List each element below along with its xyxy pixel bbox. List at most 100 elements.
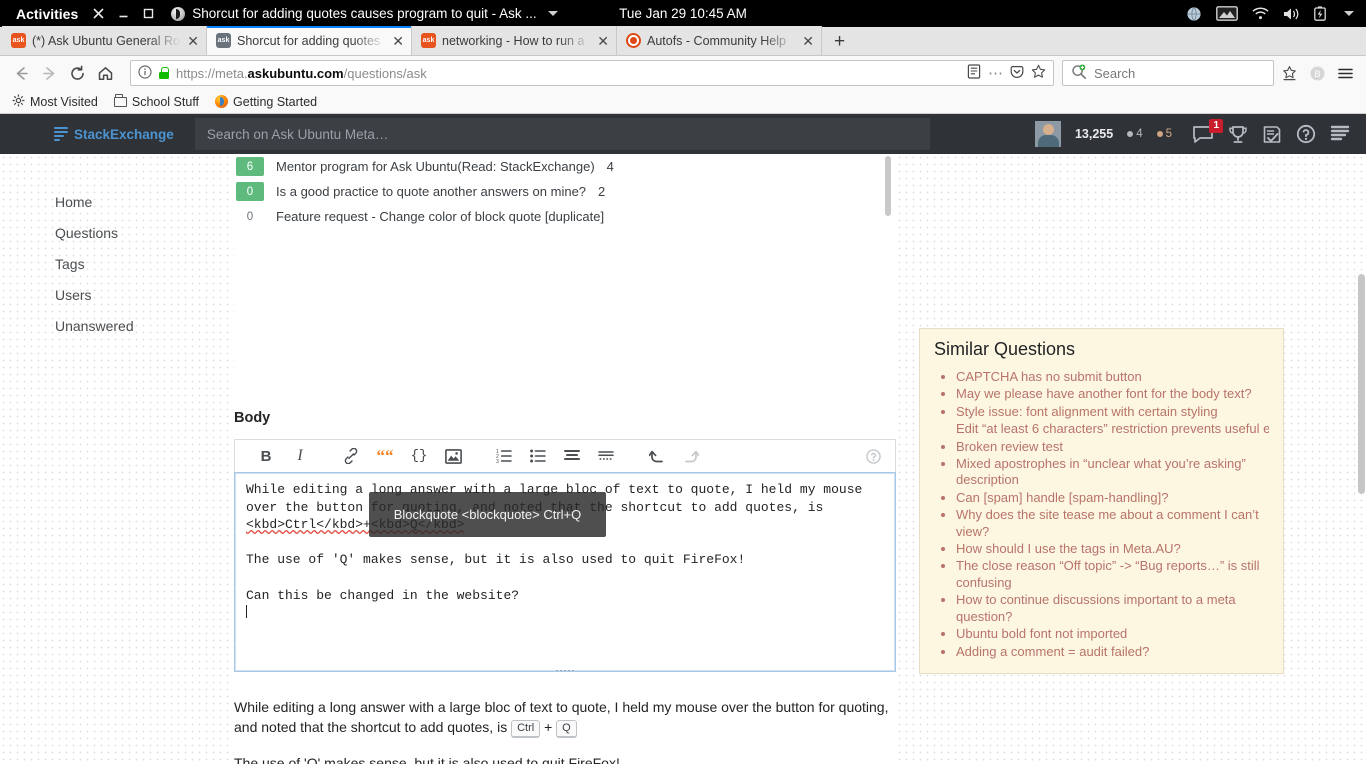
similar-question-item[interactable]: Can [spam] handle [spam-handling]? [956,490,1269,506]
similar-question-link[interactable]: Mixed apostrophes in “unclear what you’r… [956,456,1246,487]
related-questions-scrollbar[interactable] [885,156,891,216]
trophy-icon[interactable] [1228,125,1248,144]
chevron-down-icon[interactable] [547,11,558,16]
similar-question-item[interactable]: How to continue discussions important to… [956,592,1269,625]
back-arrow-icon[interactable] [8,60,34,86]
site-switcher-icon[interactable] [1330,125,1350,143]
reputation-score[interactable]: 13,255 [1075,127,1113,141]
similar-question-link[interactable]: How should I use the tags in Meta.AU? [956,541,1181,556]
padlock-secure-icon[interactable] [159,67,169,79]
bookmark-school-stuff[interactable]: School Stuff [113,94,199,109]
pocket-icon[interactable] [1010,65,1024,82]
window-close-button[interactable] [86,8,111,19]
page-scrollbar-thumb[interactable] [1358,274,1365,494]
code-button[interactable]: {} [402,443,436,469]
screen-icon[interactable] [1216,6,1238,21]
window-maximize-button[interactable] [136,8,161,19]
browser-tab-3[interactable]: Autofs - Community Help ✕ [617,26,822,55]
bronze-badge-count[interactable]: 5 [1156,128,1172,140]
close-icon[interactable]: ✕ [802,34,814,48]
new-tab-button[interactable]: + [822,32,857,51]
reader-view-icon[interactable] [967,64,981,82]
related-question-title[interactable]: Mentor program for Ask Ubuntu(Read: Stac… [276,159,595,174]
browser-tab-2[interactable]: networking - How to run a ✕ [412,26,617,55]
bulleted-list-button[interactable] [521,443,555,469]
search-input[interactable]: Search [1094,66,1135,81]
close-icon[interactable]: ✕ [597,34,609,48]
redo-button[interactable] [674,443,708,469]
globe-icon[interactable] [1186,6,1202,22]
firefox-account-icon[interactable]: B [1304,60,1330,86]
window-minimize-button[interactable] [111,8,136,19]
review-queue-icon[interactable] [1262,125,1282,144]
similar-question-item[interactable]: Edit “at least 6 characters” restriction… [956,421,1269,437]
numbered-list-button[interactable]: 123 [487,443,521,469]
related-question-row[interactable]: 0 Is a good practice to quote another an… [234,179,894,204]
similar-question-link[interactable]: May we please have another font for the … [956,386,1252,401]
related-question-title[interactable]: Feature request - Change color of block … [276,209,604,224]
similar-question-link[interactable]: Adding a comment = audit failed? [956,644,1149,659]
page-actions-icon[interactable]: ⋯ [988,66,1003,81]
similar-question-link[interactable]: Style issue: font alignment with certain… [956,404,1218,419]
sidebar-item-tags[interactable]: Tags [55,250,205,281]
horizontal-rule-button[interactable] [589,443,623,469]
reload-icon[interactable] [64,60,90,86]
italic-button[interactable]: I [283,443,317,469]
sidebar-item-questions[interactable]: Questions [55,219,205,250]
home-icon[interactable] [92,60,118,86]
url-bar[interactable]: https://meta.askubuntu.com/questions/ask… [130,60,1054,86]
image-button[interactable] [436,443,470,469]
similar-question-link[interactable]: The close reason “Off topic” -> “Bug rep… [956,558,1260,589]
hyperlink-button[interactable] [334,443,368,469]
similar-question-link[interactable]: Can [spam] handle [spam-handling]? [956,490,1168,505]
stackexchange-logo[interactable]: StackExchange [54,127,174,142]
bold-button[interactable]: B [249,443,283,469]
similar-question-item[interactable]: Adding a comment = audit failed? [956,644,1269,660]
similar-question-item[interactable]: May we please have another font for the … [956,386,1269,402]
textarea-resize-handle[interactable] [555,669,575,671]
hamburger-menu-icon[interactable] [1332,60,1358,86]
inbox-icon[interactable]: 1 [1192,118,1223,144]
silver-badge-count[interactable]: 4 [1127,128,1143,140]
browser-tab-0[interactable]: (*) Ask Ubuntu General Ro ✕ [2,26,207,55]
similar-question-item[interactable]: The close reason “Off topic” -> “Bug rep… [956,558,1269,591]
close-icon[interactable]: ✕ [187,34,199,48]
sidebar-item-home[interactable]: Home [55,188,205,219]
battery-charging-icon[interactable] [1314,6,1326,21]
bookmark-most-visited[interactable]: Most Visited [12,94,98,110]
search-bar[interactable]: Search [1062,60,1274,86]
wifi-icon[interactable] [1252,7,1269,20]
similar-question-item[interactable]: Broken review test [956,439,1269,455]
site-search-input[interactable]: Search on Ask Ubuntu Meta… [194,118,930,150]
similar-question-item[interactable]: CAPTCHA has no submit button [956,369,1269,385]
page-scrollbar[interactable] [1357,154,1366,764]
editor-help-icon[interactable] [866,448,881,464]
similar-question-link[interactable]: Edit “at least 6 characters” restriction… [956,421,1269,436]
similar-question-link[interactable]: Ubuntu bold font not imported [956,626,1127,641]
forward-arrow-icon[interactable] [36,60,62,86]
volume-icon[interactable] [1283,7,1300,21]
similar-question-item[interactable]: Style issue: font alignment with certain… [956,404,1269,420]
sidebar-item-users[interactable]: Users [55,281,205,312]
similar-question-item[interactable]: How should I use the tags in Meta.AU? [956,541,1269,557]
bookmark-getting-started[interactable]: Getting Started [215,95,317,109]
save-to-pocket-icon[interactable] [1276,60,1302,86]
star-icon[interactable] [1031,64,1046,82]
similar-question-link[interactable]: Why does the site tease me about a comme… [956,507,1259,538]
similar-question-item[interactable]: Ubuntu bold font not imported [956,626,1269,642]
info-circle-icon[interactable] [138,64,152,82]
related-question-title[interactable]: Is a good practice to quote another answ… [276,184,586,199]
related-question-row[interactable]: 0 Feature request - Change color of bloc… [234,204,894,229]
system-menu-chevron-icon[interactable] [1344,11,1354,16]
similar-question-link[interactable]: How to continue discussions important to… [956,592,1236,623]
related-question-row[interactable]: 6 Mentor program for Ask Ubuntu(Read: St… [234,154,894,179]
similar-question-item[interactable]: Why does the site tease me about a comme… [956,507,1269,540]
browser-tab-1[interactable]: Shorcut for adding quotes ✕ [207,26,412,55]
close-icon[interactable]: ✕ [392,34,404,48]
similar-question-link[interactable]: Broken review test [956,439,1063,454]
avatar[interactable] [1034,121,1061,147]
activities-button[interactable]: Activities [8,6,86,22]
heading-button[interactable] [555,443,589,469]
window-title-group[interactable]: Shorcut for adding quotes causes program… [171,6,558,21]
similar-question-item[interactable]: Mixed apostrophes in “unclear what you’r… [956,456,1269,489]
